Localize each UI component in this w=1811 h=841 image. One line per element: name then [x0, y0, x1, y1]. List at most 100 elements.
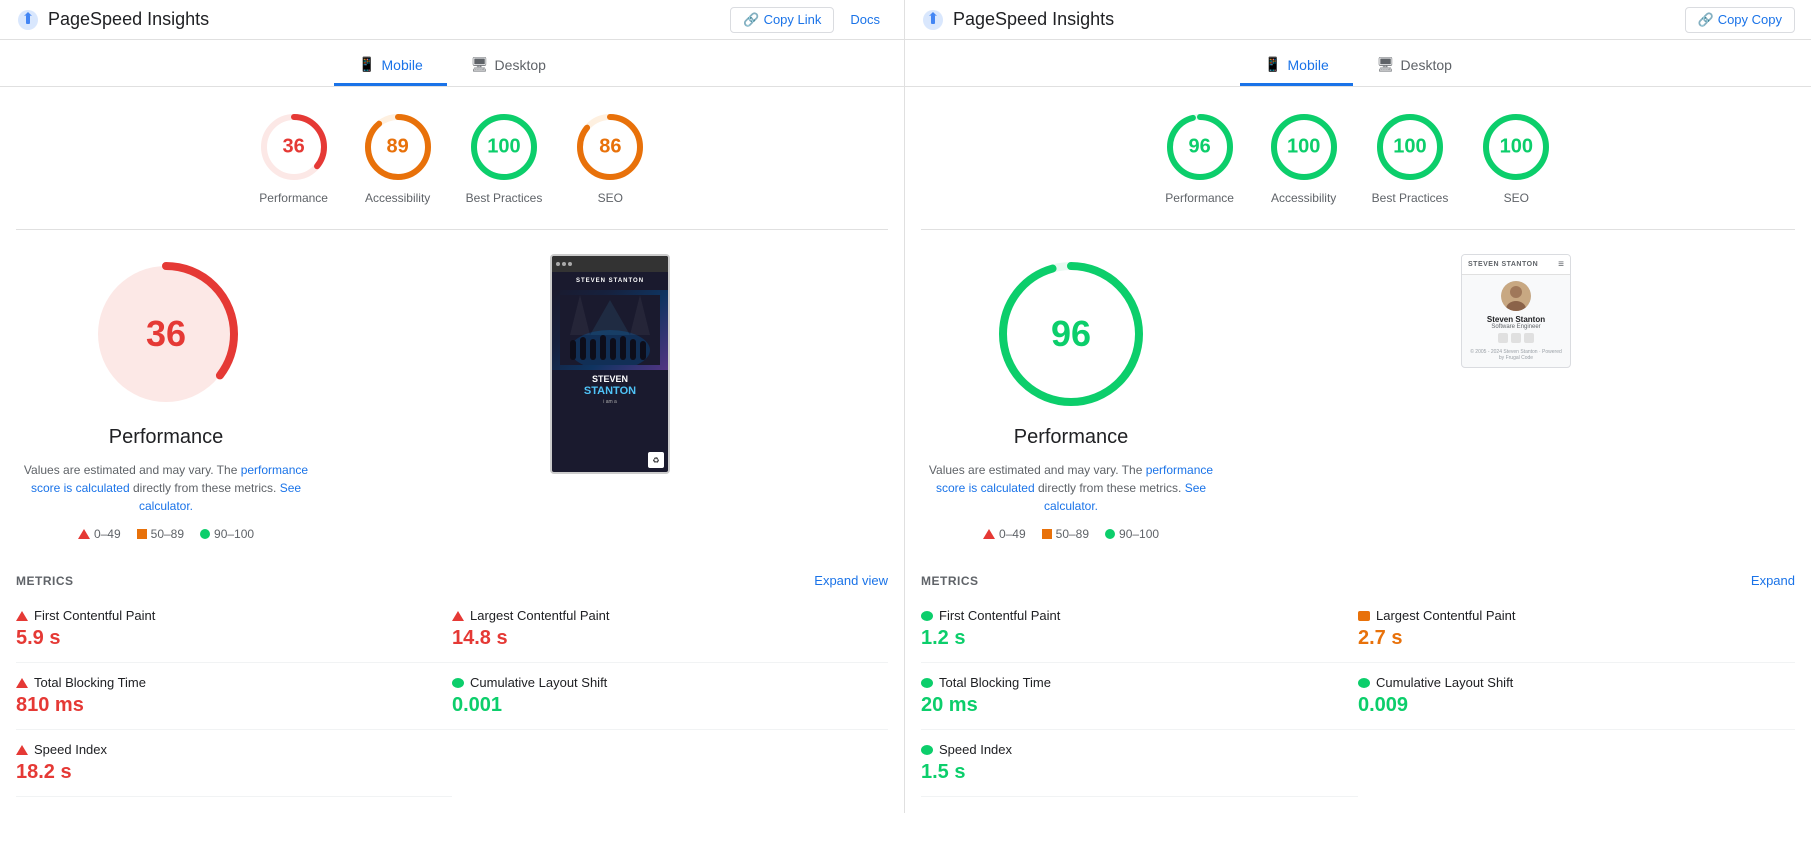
right-si-name: Speed Index — [939, 742, 1012, 757]
right-legend-green: 90–100 — [1105, 527, 1159, 541]
right-score-label-performance: Performance — [1165, 191, 1234, 205]
left-tbt-name: Total Blocking Time — [34, 675, 146, 690]
right-fcp-name: First Contentful Paint — [939, 608, 1060, 623]
mobile-tab-label: Mobile — [382, 57, 423, 73]
left-screenshot-name-bottom: STEVEN STANTON i am a — [552, 370, 668, 409]
left-lcp-value: 14.8 s — [452, 627, 888, 650]
right-tab-mobile[interactable]: 📱 Mobile — [1240, 48, 1353, 86]
pagespeed-logo-icon — [16, 8, 40, 32]
left-metric-tbt: Total Blocking Time 810 ms — [16, 663, 452, 730]
right-score-accessibility: 100 Accessibility — [1268, 111, 1340, 205]
left-calc-link[interactable]: See calculator. — [139, 481, 301, 513]
desktop-tab-label: Desktop — [495, 57, 546, 73]
right-score-seo: 100 SEO — [1480, 111, 1552, 205]
left-logo: PageSpeed Insights — [16, 8, 209, 32]
left-score-circle-bestpractices: 100 — [468, 111, 540, 183]
right-expand-button[interactable]: Expand — [1751, 573, 1795, 588]
right-perf-score-link[interactable]: performance score is calculated — [936, 463, 1213, 495]
left-score-label-seo: SEO — [598, 191, 623, 205]
right-preview-body: Steven Stanton Software Engineer © 2005 … — [1462, 275, 1570, 367]
left-tab-desktop[interactable]: 🖥 Desktop — [447, 48, 570, 86]
right-tbt-name: Total Blocking Time — [939, 675, 1051, 690]
right-preview-person-name: Steven Stanton — [1487, 315, 1545, 324]
left-fcp-indicator — [16, 611, 28, 621]
concert-svg — [560, 295, 660, 365]
right-score-value-accessibility: 100 — [1287, 136, 1320, 159]
left-cls-name: Cumulative Layout Shift — [470, 675, 607, 690]
left-screenshot-title-text: STEVEN STANTON — [558, 278, 662, 284]
left-metric-si: Speed Index 18.2 s — [16, 730, 452, 797]
left-expand-button[interactable]: Expand view — [814, 573, 888, 588]
right-preview-title: STEVEN STANTON — [1468, 261, 1538, 268]
left-tab-mobile[interactable]: 📱 Mobile — [334, 48, 447, 86]
docs-button[interactable]: Docs — [842, 8, 888, 31]
right-fcp-value: 1.2 s — [921, 627, 1358, 650]
right-big-score-title: Performance — [1014, 426, 1129, 449]
right-fcp-indicator — [921, 611, 933, 621]
left-metric-fcp: First Contentful Paint 5.9 s — [16, 596, 452, 663]
right-si-value: 1.5 s — [921, 761, 1358, 784]
left-score-circle-seo: 86 — [574, 111, 646, 183]
left-legend-square-icon — [137, 529, 147, 539]
right-preview-avatar — [1501, 281, 1531, 311]
right-metric-tbt: Total Blocking Time 20 ms — [921, 663, 1358, 730]
left-score-label-performance: Performance — [259, 191, 328, 205]
desktop-tab-icon: 🖥 — [471, 56, 489, 73]
right-preview-twitter-icon — [1524, 333, 1534, 343]
right-pagespeed-logo-icon — [921, 8, 945, 32]
left-legend-orange-label: 50–89 — [151, 527, 184, 541]
link-icon: 🔗 — [743, 12, 759, 28]
left-topbar: PageSpeed Insights 🔗 Copy Link Docs — [0, 0, 904, 40]
left-logo-text: PageSpeed Insights — [48, 9, 209, 30]
left-score-circle-accessibility: 89 — [362, 111, 434, 183]
right-topbar: PageSpeed Insights 🔗 Copy Copy — [905, 0, 1811, 40]
right-big-score-value: 96 — [1051, 313, 1091, 355]
right-preview-footer: © 2005 - 2024 Steven Stanton · Powered b… — [1468, 349, 1564, 361]
right-metric-tbt-header: Total Blocking Time — [921, 675, 1358, 690]
copy-link-label: Copy Link — [764, 12, 822, 27]
right-main-content: 96 Performance Values are estimated and … — [905, 230, 1811, 565]
left-main-content: 36 Performance Values are estimated and … — [0, 230, 904, 565]
right-preview-person-title: Software Engineer — [1491, 324, 1540, 330]
right-logo: PageSpeed Insights — [921, 8, 1114, 32]
right-legend-square-icon — [1042, 529, 1052, 539]
left-fcp-value: 5.9 s — [16, 627, 452, 650]
right-metric-cls-header: Cumulative Layout Shift — [1358, 675, 1795, 690]
right-tab-desktop[interactable]: 🖥 Desktop — [1353, 48, 1476, 86]
right-mobile-tab-icon: 📱 — [1264, 56, 1281, 73]
left-metric-lcp: Largest Contentful Paint 14.8 s — [452, 596, 888, 663]
right-metrics-section: METRICS Expand First Contentful Paint 1.… — [905, 565, 1811, 813]
left-screenshot-topbar — [552, 256, 668, 272]
right-copy-link-button[interactable]: 🔗 Copy Copy — [1685, 7, 1796, 33]
left-screenshot-concert — [552, 290, 668, 370]
left-screenshot-area: STEVEN STANTON — [332, 254, 888, 541]
left-legend-dot-icon — [200, 529, 210, 539]
right-score-circle-performance: 96 — [1164, 111, 1236, 183]
left-tbt-value: 810 ms — [16, 694, 452, 717]
left-legend-red: 0–49 — [78, 527, 121, 541]
left-legend-triangle-icon — [78, 529, 90, 539]
left-perf-score-link[interactable]: performance score is calculated — [31, 463, 308, 495]
right-big-circle: 96 — [991, 254, 1151, 414]
right-calc-link[interactable]: See calculator. — [1044, 481, 1206, 513]
dot3 — [568, 262, 572, 266]
dot1 — [556, 262, 560, 266]
right-metric-cls: Cumulative Layout Shift 0.009 — [1358, 663, 1795, 730]
left-si-indicator — [16, 745, 28, 755]
left-score-label-bestpractices: Best Practices — [466, 191, 543, 205]
right-metric-lcp-header: Largest Contentful Paint — [1358, 608, 1795, 623]
left-copy-link-button[interactable]: 🔗 Copy Link — [730, 7, 834, 33]
left-score-label-accessibility: Accessibility — [365, 191, 430, 205]
right-legend-green-label: 90–100 — [1119, 527, 1159, 541]
right-panel: PageSpeed Insights 🔗 Copy Copy 📱 Mobile … — [905, 0, 1811, 813]
left-score-note: Values are estimated and may vary. The p… — [16, 461, 316, 515]
left-metrics-section: METRICS Expand view First Contentful Pai… — [0, 565, 904, 813]
left-screenshot-recaptcha: ♻ — [648, 452, 664, 468]
right-metric-si: Speed Index 1.5 s — [921, 730, 1358, 797]
right-lcp-value: 2.7 s — [1358, 627, 1795, 650]
right-top-actions: 🔗 Copy Copy — [1685, 7, 1796, 33]
right-legend-red-label: 0–49 — [999, 527, 1026, 541]
right-preview-social-icons — [1498, 333, 1534, 343]
left-si-name: Speed Index — [34, 742, 107, 757]
right-metrics-title: METRICS — [921, 574, 979, 588]
